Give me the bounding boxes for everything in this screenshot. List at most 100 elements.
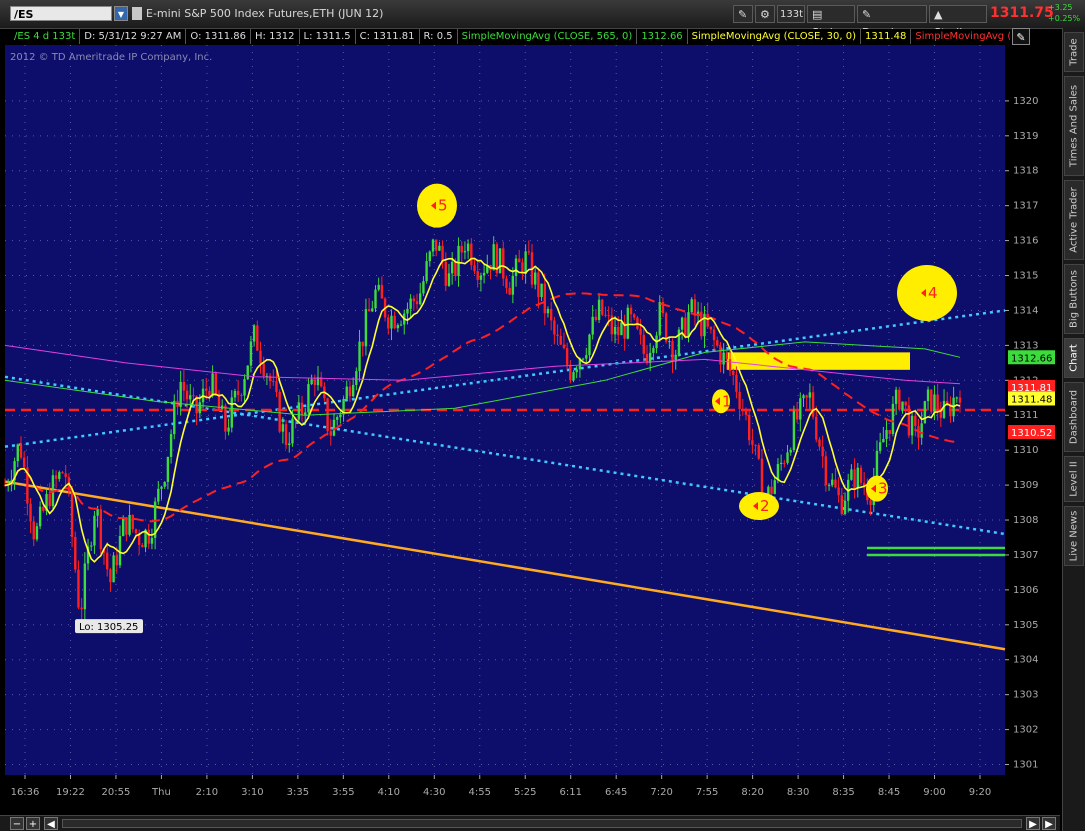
candle-down xyxy=(815,416,818,440)
candle-up xyxy=(339,414,342,418)
x-tick-label: 9:20 xyxy=(969,787,991,798)
candle-up xyxy=(390,315,393,329)
pencil-icon[interactable]: ✎ xyxy=(1012,28,1030,45)
x-tick-label: 19:22 xyxy=(56,787,85,798)
side-tab-trade[interactable]: Trade xyxy=(1064,32,1084,72)
style-button[interactable]: ▤ Style xyxy=(807,5,855,39)
wrench-icon[interactable]: ⚙ xyxy=(755,5,775,23)
candle-up xyxy=(789,450,792,453)
candle-down xyxy=(904,401,907,406)
candle-down xyxy=(77,569,80,608)
candle-up xyxy=(288,443,291,445)
candle-down xyxy=(754,444,757,446)
x-tick-label: 8:20 xyxy=(741,787,763,798)
zoom-out-icon[interactable]: − xyxy=(10,817,24,830)
horizontal-scrollbar[interactable] xyxy=(62,819,1022,828)
x-tick-label: 8:35 xyxy=(832,787,854,798)
candle-down xyxy=(783,462,786,464)
zoom-in-icon[interactable]: + xyxy=(26,817,40,830)
x-tick-label: 8:45 xyxy=(878,787,900,798)
percent-change: +0.25% xyxy=(1048,14,1081,23)
candle-down xyxy=(29,503,32,522)
candle-down xyxy=(367,309,371,312)
side-tab-level-ii[interactable]: Level II xyxy=(1064,456,1084,502)
x-tick-label: Thu xyxy=(151,787,171,798)
candle-down xyxy=(601,299,604,315)
candle-up xyxy=(35,526,39,540)
candle-up xyxy=(374,289,377,309)
candle-up xyxy=(249,341,253,366)
candle-down xyxy=(629,307,633,315)
candle-up xyxy=(690,299,693,313)
candle-up xyxy=(827,484,831,486)
candle-up xyxy=(856,467,859,488)
side-tab-times-and-sales[interactable]: Times And Sales xyxy=(1064,76,1084,176)
x-tick-label: 4:10 xyxy=(378,787,400,798)
info-sma565-label: SimpleMovingAvg (CLOSE, 565, 0) xyxy=(458,29,638,44)
scroll-right-icon[interactable]: ▶ xyxy=(1026,817,1040,830)
candle-up xyxy=(933,394,936,412)
x-tick-label: 8:30 xyxy=(787,787,809,798)
candle-up xyxy=(428,251,431,262)
candle-up xyxy=(233,390,237,398)
price-chart[interactable]: 1301 1302 1303 1304 1305 1306 1307 1308 1309 1310… xyxy=(0,45,1060,831)
candle-up xyxy=(345,386,348,399)
candle-down xyxy=(747,414,751,441)
candle-up xyxy=(482,272,486,276)
candle-down xyxy=(326,398,329,432)
info-symbol-period: /ES 4 d 133t xyxy=(10,29,81,44)
candle-down xyxy=(54,475,58,479)
drawings-button[interactable]: ✎ Drawings xyxy=(857,5,927,39)
candle-down xyxy=(393,315,396,329)
candle-down xyxy=(617,326,620,336)
candle-down xyxy=(671,341,674,362)
candle-down xyxy=(716,340,719,346)
side-tab-dashboard[interactable]: Dashboard xyxy=(1064,382,1084,452)
crosshair-icon[interactable]: ✎ xyxy=(733,5,753,23)
candle-down xyxy=(664,313,668,342)
scroll-left-icon[interactable]: ◀ xyxy=(44,817,58,830)
candle-down xyxy=(441,245,444,262)
candle-down xyxy=(19,444,23,458)
candle-up xyxy=(875,450,879,478)
side-tab-chart[interactable]: Chart xyxy=(1064,338,1084,378)
candle-up xyxy=(588,334,591,356)
candle-up xyxy=(364,309,368,347)
candle-down xyxy=(719,345,722,365)
candle-down xyxy=(208,390,211,396)
candle-down xyxy=(115,555,118,566)
side-tab-strip: Trade Times And Sales Active Trader Big But… xyxy=(1062,28,1085,831)
x-tick-label: 3:35 xyxy=(287,787,309,798)
x-tick-label: 6:11 xyxy=(559,787,581,798)
aggregation-button[interactable]: 133t xyxy=(777,5,805,23)
y-tick-label: 1315 xyxy=(1013,271,1038,282)
candle-up xyxy=(38,506,42,527)
scroll-end-icon[interactable]: ▶ xyxy=(1042,817,1056,830)
candle-up xyxy=(920,423,923,438)
candle-up xyxy=(942,400,946,418)
candle-up xyxy=(613,326,617,335)
candle-up xyxy=(668,341,671,343)
candle-up xyxy=(396,324,400,329)
wave-label: 3 xyxy=(878,480,888,498)
studies-button[interactable]: ▲ Studies xyxy=(929,5,987,39)
candle-up xyxy=(910,415,914,436)
candle-down xyxy=(300,402,304,415)
top-toolbar: /ES ▼ E-mini S&P 500 Index Futures,ETH (… xyxy=(0,0,1085,39)
candle-down xyxy=(834,479,837,488)
candle-up xyxy=(626,307,630,339)
candle-up xyxy=(901,401,904,410)
side-tab-live-news[interactable]: Live News xyxy=(1064,506,1084,566)
candle-down xyxy=(313,379,317,386)
candle-down xyxy=(272,380,275,382)
candle-down xyxy=(473,265,476,272)
candle-down xyxy=(811,392,815,417)
symbol-dropdown-icon[interactable]: ▼ xyxy=(114,6,128,21)
chart-area[interactable]: 1301 1302 1303 1304 1305 1306 1307 1308 1309 1310… xyxy=(0,45,1060,831)
candle-up xyxy=(160,486,163,489)
side-tab-active-trader[interactable]: Active Trader xyxy=(1064,180,1084,260)
candle-up xyxy=(843,500,847,515)
candle-down xyxy=(80,607,83,610)
side-tab-big-buttons[interactable]: Big Buttons xyxy=(1064,264,1084,334)
symbol-input[interactable]: /ES xyxy=(10,6,112,21)
